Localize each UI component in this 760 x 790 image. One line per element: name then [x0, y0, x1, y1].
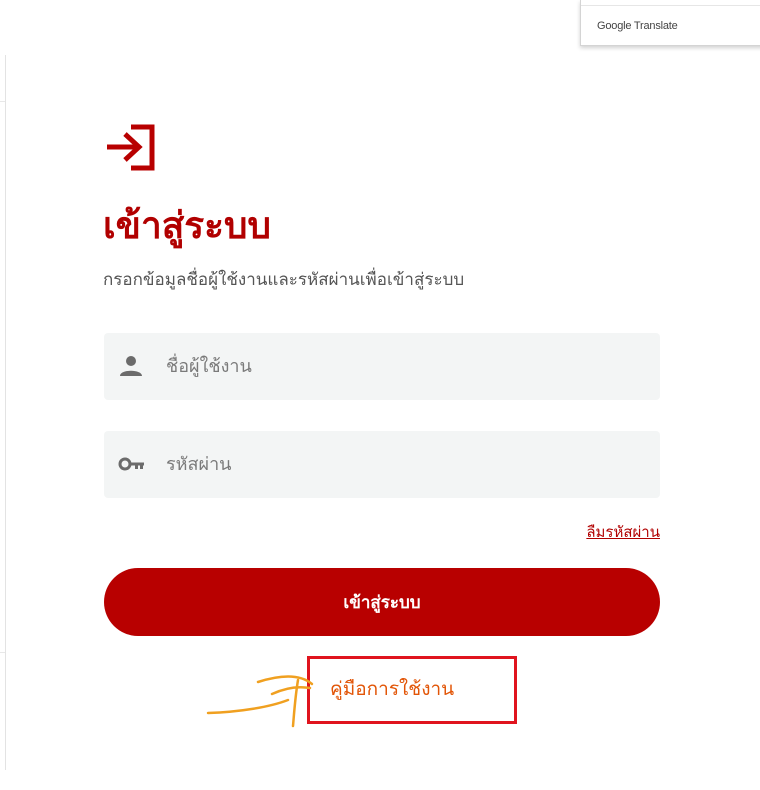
password-input[interactable]	[166, 431, 636, 498]
google-translate-popup[interactable]: Google Translate	[580, 0, 760, 46]
frame-divider	[0, 101, 5, 102]
arrow-scribble-icon	[206, 675, 314, 728]
page-title: เข้าสู่ระบบ	[103, 204, 272, 247]
page-subtitle: กรอกข้อมูลชื่อผู้ใช้งานและรหัสผ่านเพื่อเ…	[103, 270, 465, 290]
google-translate-label: Google Translate	[597, 20, 678, 32]
username-input[interactable]	[166, 333, 636, 400]
user-manual-link[interactable]: คู่มือการใช้งาน	[330, 674, 454, 704]
popup-divider	[581, 5, 760, 6]
login-arrow-icon	[107, 124, 155, 171]
frame-divider	[0, 652, 5, 653]
key-icon	[118, 457, 144, 471]
login-button[interactable]: เข้าสู่ระบบ	[104, 568, 660, 636]
password-field[interactable]	[104, 431, 660, 498]
user-icon	[120, 356, 142, 376]
forgot-password-link[interactable]: ลืมรหัสผ่าน	[586, 520, 660, 544]
username-field[interactable]	[104, 333, 660, 400]
left-frame-edge	[0, 55, 6, 770]
